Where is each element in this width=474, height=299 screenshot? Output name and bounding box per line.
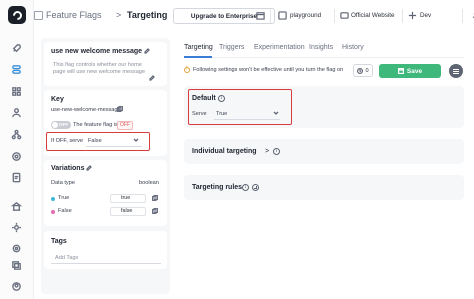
save-label: Save <box>406 67 423 75</box>
project-selector[interactable]: playground <box>290 12 321 19</box>
copy-icon[interactable] <box>151 207 159 215</box>
users-icon[interactable] <box>10 106 23 119</box>
breadcrumb-feature-flags[interactable]: Feature Flags <box>46 10 102 20</box>
variations-card: Variations Data type boolean True true F… <box>44 160 167 226</box>
copy-icon[interactable] <box>151 194 159 202</box>
tab-experimentation[interactable]: Experimentation <box>254 44 305 51</box>
tags-title: Tags <box>51 238 67 245</box>
status-badge: OFF <box>117 121 133 130</box>
integrations-icon[interactable] <box>10 221 23 234</box>
flag-key-value: use-new-welcome-message <box>51 107 121 113</box>
save-button[interactable]: Save <box>379 64 441 78</box>
tags-input[interactable]: Add Tags <box>55 255 78 261</box>
data-type-label: Data type <box>51 180 75 186</box>
settings-icon[interactable] <box>10 242 23 255</box>
more-menu-icon[interactable] <box>449 64 463 78</box>
variations-title: Variations <box>51 165 85 172</box>
edit-icon[interactable] <box>144 48 150 54</box>
segments-icon[interactable] <box>10 85 23 98</box>
breadcrumb-separator: > <box>116 10 122 20</box>
calendar-icon[interactable] <box>256 11 265 20</box>
app-logo[interactable] <box>8 6 26 24</box>
info-icon[interactable] <box>242 184 249 191</box>
active-tab-indicator <box>184 56 212 58</box>
notice-text: Following settings won't be effective un… <box>193 67 344 73</box>
schedule-button[interactable]: 0 <box>353 64 373 77</box>
tab-insights[interactable]: Insights <box>309 44 333 51</box>
individual-targeting-title: Individual targeting <box>192 148 257 155</box>
top-bar: Feature Flags > Targeting Upgrade to Ent… <box>34 0 474 32</box>
targeting-rules-title: Targeting rules <box>192 184 243 191</box>
sidebar-toggle-icon[interactable] <box>34 11 43 20</box>
flag-name: use new welcome message <box>51 48 143 55</box>
variation-label: False <box>58 208 72 214</box>
flag-status-text: The feature flag is <box>73 122 118 128</box>
edit-description-icon[interactable] <box>149 75 155 81</box>
chevron-right-icon[interactable]: > <box>265 148 269 155</box>
rocket-icon[interactable] <box>10 42 23 55</box>
data-type-value: boolean <box>139 180 159 186</box>
workflow-icon[interactable] <box>10 128 23 141</box>
warning-icon <box>184 66 190 73</box>
tab-history[interactable]: History <box>342 44 364 51</box>
tags-card: Tags Add Tags <box>44 231 167 269</box>
flag-info-card: use new welcome message This flag contro… <box>44 42 167 86</box>
variation-color-dot <box>51 197 55 201</box>
schedule-count: 0 <box>365 67 369 74</box>
targeting-rules-section: Targeting rules <box>184 175 464 200</box>
organization-icon[interactable] <box>10 200 23 213</box>
website-icon <box>340 11 349 20</box>
variation-color-dot <box>51 210 55 214</box>
add-rule-icon[interactable] <box>252 184 259 191</box>
reports-icon[interactable] <box>10 171 23 184</box>
variation-label: True <box>58 195 70 201</box>
left-nav-rail <box>0 0 34 299</box>
edit-variations-icon[interactable] <box>86 165 93 171</box>
experiments-icon[interactable] <box>10 150 23 163</box>
tab-targeting[interactable]: Targeting <box>184 44 213 51</box>
copy-icon[interactable] <box>116 105 124 113</box>
flag-description[interactable]: This flag controls whether our home page… <box>53 62 151 76</box>
tab-triggers[interactable]: Triggers <box>219 44 244 51</box>
info-icon[interactable] <box>273 148 280 155</box>
variation-value-input[interactable]: true <box>110 194 146 203</box>
page-title: Targeting <box>127 10 168 20</box>
clock-icon <box>357 67 364 74</box>
environment-icon <box>408 11 417 20</box>
individual-targeting-section[interactable]: Individual targeting > <box>184 139 464 164</box>
site-selector[interactable]: Official Website <box>351 12 395 19</box>
highlight-default <box>188 89 292 125</box>
docs-icon[interactable] <box>10 259 23 272</box>
feature-flags-icon[interactable] <box>10 63 23 76</box>
environment-selector[interactable]: Dev <box>420 12 431 19</box>
project-icon <box>278 11 287 20</box>
inactive-notice: Following settings won't be effective un… <box>184 66 344 73</box>
key-title: Key <box>51 96 64 103</box>
account-icon[interactable] <box>10 280 23 293</box>
variation-value-input[interactable]: false <box>110 207 146 216</box>
flag-status-toggle[interactable]: OFF <box>51 121 71 129</box>
save-icon <box>397 68 404 74</box>
highlight-off-serve <box>46 132 150 151</box>
